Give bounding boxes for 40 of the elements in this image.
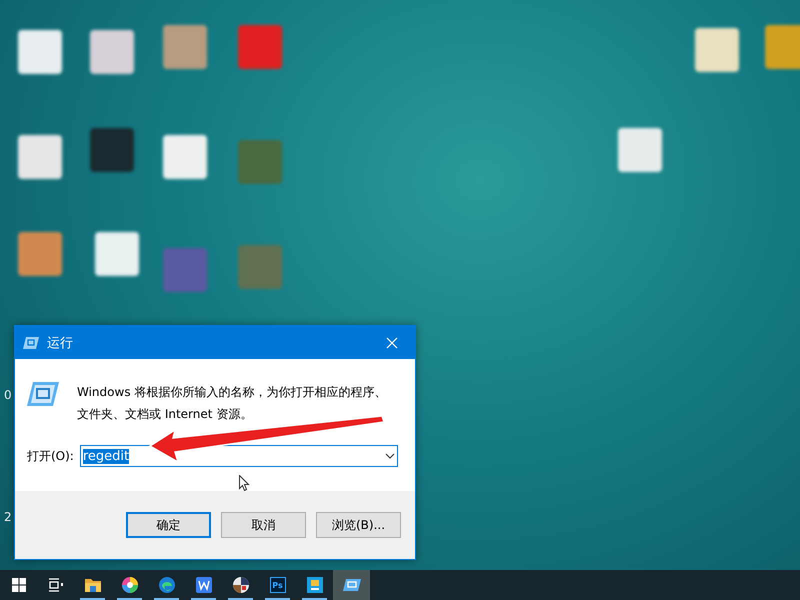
task-view-icon: [48, 578, 64, 592]
dialog-button[interactable]: 浏览(B)...: [316, 512, 401, 538]
desktop-icon[interactable]: [238, 245, 282, 289]
desktop-icon[interactable]: [163, 248, 207, 292]
desktop-icon[interactable]: [18, 30, 62, 74]
desktop-icon[interactable]: [618, 128, 662, 172]
desktop-icon[interactable]: [18, 135, 62, 179]
desktop-label-fragment: 0: [4, 388, 12, 402]
desktop-icon[interactable]: [163, 25, 207, 69]
desktop-icon[interactable]: [90, 30, 134, 74]
photoshop-icon: Ps: [270, 577, 286, 593]
app-icon: [306, 577, 322, 593]
desktop-icon[interactable]: [163, 135, 207, 179]
run-icon: [23, 336, 39, 348]
dialog-button[interactable]: 取消: [221, 512, 306, 538]
folder-icon: [84, 578, 100, 592]
desktop-icon[interactable]: [238, 140, 282, 184]
run-icon: [27, 381, 59, 407]
office-icon: [196, 577, 212, 593]
desktop-icon[interactable]: [18, 232, 62, 276]
dropdown-caret-icon: [384, 453, 395, 459]
window-title: 运行: [47, 334, 74, 352]
desktop-icon[interactable]: [765, 25, 800, 69]
close-icon: [386, 336, 398, 348]
desktop-label-fragment: 2: [4, 510, 12, 524]
browser-icon: [158, 577, 174, 593]
mouse-pointer-icon: [239, 475, 250, 491]
game-icon: [232, 577, 248, 593]
desktop-icon[interactable]: [695, 28, 739, 72]
start-icon: [12, 578, 26, 592]
desktop-icon[interactable]: [95, 232, 139, 276]
description-text: Windows 将根据你所输入的名称，为你打开相应的程序、文件夹、文档或 Internet 资源。: [77, 384, 387, 423]
run-icon: [342, 578, 360, 592]
open-label: 打开(O):: [27, 448, 74, 464]
taskbar-button[interactable]: [333, 570, 370, 600]
dialog-button[interactable]: 确定: [126, 512, 211, 538]
taskbar-button[interactable]: Ps: [259, 570, 296, 600]
colorwheel-icon: [122, 577, 138, 593]
desktop-icon[interactable]: [90, 128, 134, 172]
desktop-icon[interactable]: [238, 25, 282, 69]
